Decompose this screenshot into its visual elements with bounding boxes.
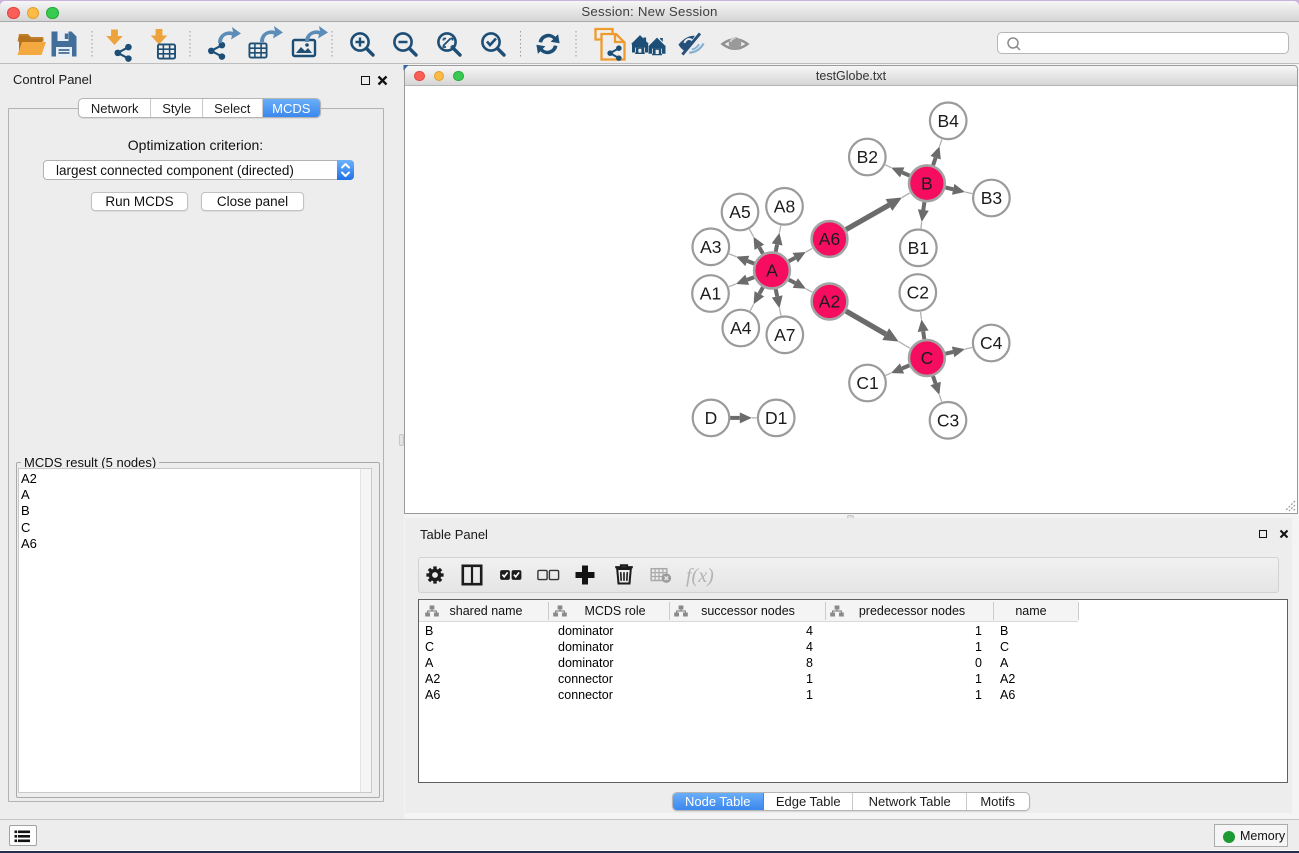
svg-text:f(x): f(x) [686, 565, 714, 587]
